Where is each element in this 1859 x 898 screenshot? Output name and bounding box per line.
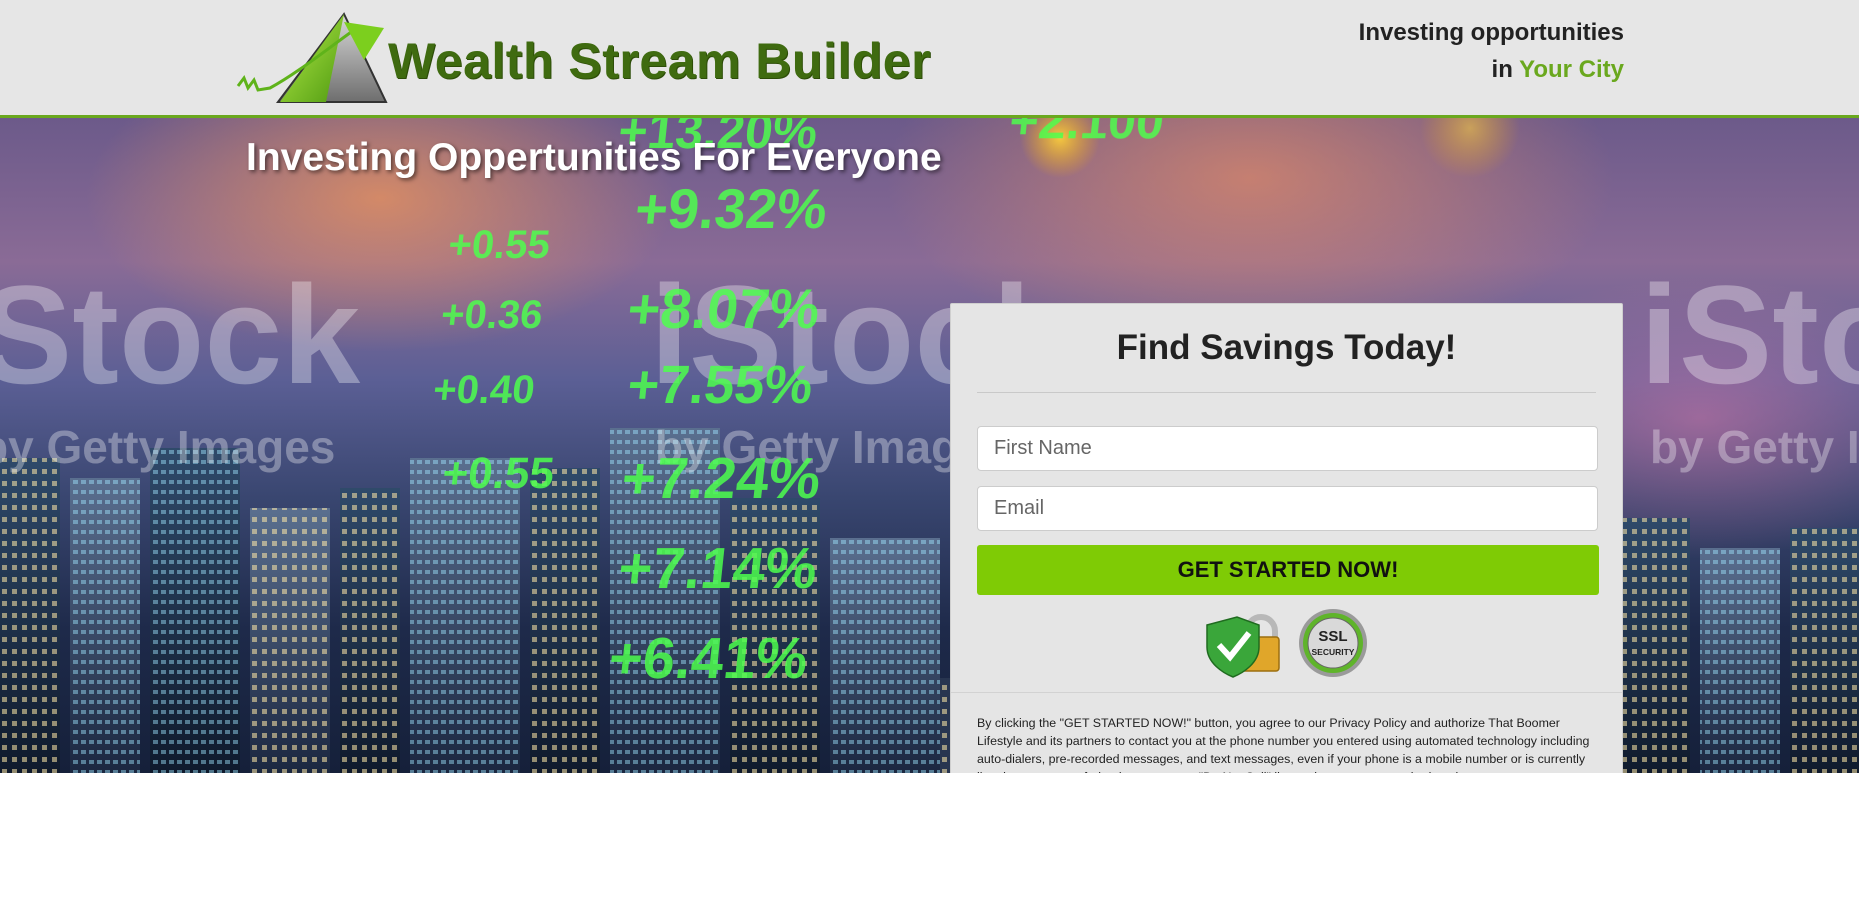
ticker-value: +8.07% (625, 277, 823, 340)
ssl-badge-subtext: SECURITY (1312, 647, 1355, 657)
legal-disclaimer: By clicking the "GET STARTED NOW!" butto… (977, 716, 1590, 773)
ssl-badge-text: SSL (1318, 628, 1347, 645)
ticker-value: +7.24% (619, 446, 824, 511)
ticker-value: +0.40 (431, 368, 537, 412)
watermark-logo-text: iStock (1640, 256, 1859, 413)
first-name-input[interactable] (977, 426, 1598, 471)
tagline-line-1: Investing opportunities (1358, 19, 1624, 46)
get-started-button[interactable]: GET STARTED NOW! (977, 545, 1599, 595)
form-title: Find Savings Today! (1116, 328, 1457, 367)
legal-divider (951, 692, 1622, 693)
form-divider (977, 392, 1596, 393)
email-input[interactable] (977, 486, 1598, 531)
hero-banner: iStock iStock iStock by Getty Images by … (0, 118, 1859, 773)
ticker-value: +0.36 (439, 293, 545, 337)
watermark-sub-text: by Getty Images (0, 421, 335, 473)
tagline-line-2: in Your City (1359, 51, 1624, 88)
ticker-value: +0.55 (446, 223, 552, 267)
logo-triangle-arrow-icon (236, 12, 388, 103)
secure-padlock-check-icon (1206, 614, 1280, 678)
hero-title: Investing Oppertunities For Everyone (246, 136, 942, 179)
logo[interactable]: Wealth Stream Builder (236, 8, 936, 108)
brand-name: Wealth Stream Builder (388, 33, 932, 89)
security-badges: SSL SECURITY (1203, 607, 1383, 679)
watermark-logo-text: iStock (0, 256, 360, 413)
watermark-sub-text: by Getty Images (1650, 421, 1859, 473)
ssl-security-seal-icon: SSL SECURITY (1299, 609, 1367, 677)
tagline-city: Your City (1519, 56, 1624, 83)
ticker-value: +7.14% (615, 536, 820, 601)
ticker-value: +7.55% (625, 355, 816, 415)
lead-form-card: Find Savings Today! GET STARTED NOW! SSL… (950, 303, 1623, 773)
tagline-in: in (1491, 56, 1520, 83)
ticker-value: +6.41% (606, 626, 811, 691)
ticker-value: +9.32% (632, 177, 830, 240)
site-header: Wealth Stream Builder Investing opportun… (0, 0, 1859, 118)
header-tagline: Investing opportunities in Your City (1359, 14, 1624, 88)
ticker-value: +2.100 (1007, 118, 1167, 149)
ticker-value: +0.55 (440, 449, 556, 498)
